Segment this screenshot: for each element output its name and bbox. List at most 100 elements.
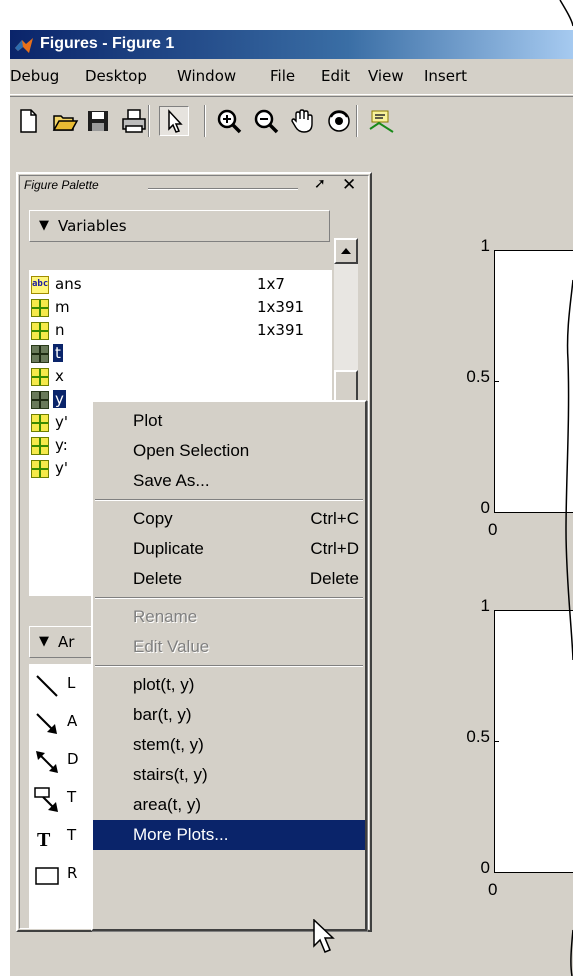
menu-item-insert[interactable]: Insert bbox=[424, 67, 467, 85]
y-tick-mark bbox=[495, 872, 499, 873]
axes-top-edge bbox=[494, 250, 573, 251]
pan-hand-button[interactable] bbox=[287, 106, 317, 136]
variable-size: 1x7 bbox=[257, 275, 285, 293]
annotation-tool-label: L bbox=[67, 674, 76, 692]
zoom-in-button[interactable] bbox=[214, 106, 244, 136]
variable-size: 1x391 bbox=[257, 321, 305, 339]
variable-name: m bbox=[55, 298, 70, 316]
scroll-up-arrow-icon bbox=[341, 248, 351, 254]
menu-item-shortcut: Ctrl+D bbox=[310, 539, 359, 558]
array-variable-icon bbox=[31, 414, 49, 432]
figure-plot-area: 1 0.5 0 0 1 0.5 0 0 bbox=[382, 170, 573, 970]
menu-item-label: plot(t, y) bbox=[133, 675, 195, 694]
axes-2[interactable] bbox=[494, 610, 573, 872]
menu-separator bbox=[95, 499, 363, 501]
menu-item-plot[interactable]: Plot bbox=[93, 406, 365, 436]
data-cursor-icon bbox=[369, 110, 394, 133]
menu-item-shortcut: Ctrl+C bbox=[310, 509, 359, 528]
zoom-out-icon bbox=[254, 109, 279, 134]
menu-item-stem-t-y[interactable]: stem(t, y) bbox=[93, 730, 365, 760]
menu-item-debug[interactable]: Debug bbox=[10, 67, 59, 85]
variable-context-menu: Plot Open Selection Save As... Copy Ctrl+C Du… bbox=[91, 400, 367, 931]
menu-item-area-t-y[interactable]: area(t, y) bbox=[93, 790, 365, 820]
edit-plot-arrow-button[interactable] bbox=[159, 106, 189, 136]
menu-item-bar-t-y[interactable]: bar(t, y) bbox=[93, 700, 365, 730]
variable-row[interactable]: abc ans 1x7 bbox=[29, 274, 332, 297]
annotation-tool-label: T bbox=[67, 826, 77, 844]
menu-item-open-selection[interactable]: Open Selection bbox=[93, 436, 365, 466]
variable-row[interactable]: m 1x391 bbox=[29, 297, 332, 320]
rectangle-tool-icon bbox=[35, 867, 59, 885]
annotation-tool-label: R bbox=[67, 864, 78, 882]
menu-item-window[interactable]: Window bbox=[177, 67, 236, 85]
annotation-tool-label: D bbox=[67, 750, 79, 768]
collapse-triangle-icon: ▼ bbox=[39, 218, 49, 233]
variable-name: x bbox=[55, 367, 64, 385]
variable-row[interactable]: t bbox=[29, 343, 332, 366]
menu-separator bbox=[95, 665, 363, 667]
save-button[interactable] bbox=[83, 106, 113, 136]
menu-item-rename: Rename bbox=[93, 602, 365, 632]
menu-item-more-plots[interactable]: More Plots... bbox=[93, 820, 365, 850]
rotate-3d-button[interactable] bbox=[324, 106, 354, 136]
variables-section-header[interactable]: ▼ Variables bbox=[29, 210, 330, 242]
menu-separator bbox=[95, 597, 363, 599]
data-cursor-button[interactable] bbox=[366, 106, 396, 136]
open-file-button[interactable] bbox=[50, 106, 80, 136]
double-arrow-tool-icon bbox=[36, 751, 58, 773]
menu-item-desktop[interactable]: Desktop bbox=[85, 67, 147, 85]
toolbar-separator bbox=[356, 105, 358, 137]
menu-item-label: Open Selection bbox=[133, 441, 250, 460]
axes-1[interactable] bbox=[494, 250, 573, 512]
y-tick-label: 0.5 bbox=[466, 367, 490, 386]
title-bar[interactable]: Figures - Figure 1 bbox=[10, 30, 573, 59]
y-tick-mark bbox=[495, 250, 499, 251]
collapse-triangle-icon: ▼ bbox=[39, 634, 49, 649]
save-icon bbox=[88, 111, 108, 131]
y-tick-label: 0 bbox=[480, 498, 490, 517]
arrow-tool-icon bbox=[36, 713, 57, 734]
menu-item-delete[interactable]: Delete Delete bbox=[93, 564, 365, 594]
variable-row[interactable]: n 1x391 bbox=[29, 320, 332, 343]
edit-plot-arrow-icon bbox=[168, 109, 183, 133]
menu-item-plot-t-y[interactable]: plot(t, y) bbox=[93, 670, 365, 700]
print-button[interactable] bbox=[119, 106, 149, 136]
menu-item-label: Plot bbox=[133, 411, 163, 430]
toolbar-separator bbox=[204, 105, 206, 137]
scroll-up-button[interactable] bbox=[334, 238, 358, 264]
variable-name: y' bbox=[55, 413, 69, 431]
menu-item-copy[interactable]: Copy Ctrl+C bbox=[93, 504, 365, 534]
menu-item-view[interactable]: View bbox=[368, 67, 404, 85]
close-icon[interactable]: ✕ bbox=[342, 175, 356, 195]
y-tick-mark bbox=[495, 741, 499, 742]
scroll-track[interactable] bbox=[334, 264, 358, 370]
toolbar-separator bbox=[148, 105, 150, 137]
menu-item-file[interactable]: File bbox=[270, 67, 295, 85]
menu-item-save-as[interactable]: Save As... bbox=[93, 466, 365, 496]
mouse-pointer-icon bbox=[313, 919, 335, 953]
zoom-out-button[interactable] bbox=[251, 106, 281, 136]
menu-item-edit[interactable]: Edit bbox=[321, 67, 350, 85]
window-title: Figures - Figure 1 bbox=[40, 35, 175, 52]
undock-icon[interactable]: ➚ bbox=[314, 176, 326, 192]
pan-hand-icon bbox=[291, 109, 313, 133]
y-tick-mark bbox=[495, 610, 499, 611]
string-variable-icon: abc bbox=[31, 276, 49, 294]
array-variable-icon bbox=[31, 368, 49, 386]
variable-name: y' bbox=[55, 459, 69, 477]
new-figure-button[interactable] bbox=[14, 106, 44, 136]
menu-item-label: Delete bbox=[133, 569, 183, 588]
y-tick-label: 1 bbox=[480, 236, 490, 255]
x-tick-label: 0 bbox=[488, 880, 498, 899]
variables-section-label: Variables bbox=[58, 217, 127, 235]
text-box-tool-icon: T bbox=[37, 829, 51, 851]
menu-item-duplicate[interactable]: Duplicate Ctrl+D bbox=[93, 534, 365, 564]
palette-header-rule bbox=[148, 188, 298, 190]
y-tick-mark bbox=[495, 512, 499, 513]
figure-toolbar bbox=[10, 96, 573, 144]
figures-window: Figures - Figure 1 Debug Desktop Window Fil… bbox=[10, 30, 573, 976]
array-variable-icon bbox=[31, 437, 49, 455]
menu-item-stairs-t-y[interactable]: stairs(t, y) bbox=[93, 760, 365, 790]
variable-row[interactable]: x bbox=[29, 366, 332, 389]
rotate-3d-icon bbox=[328, 110, 350, 132]
